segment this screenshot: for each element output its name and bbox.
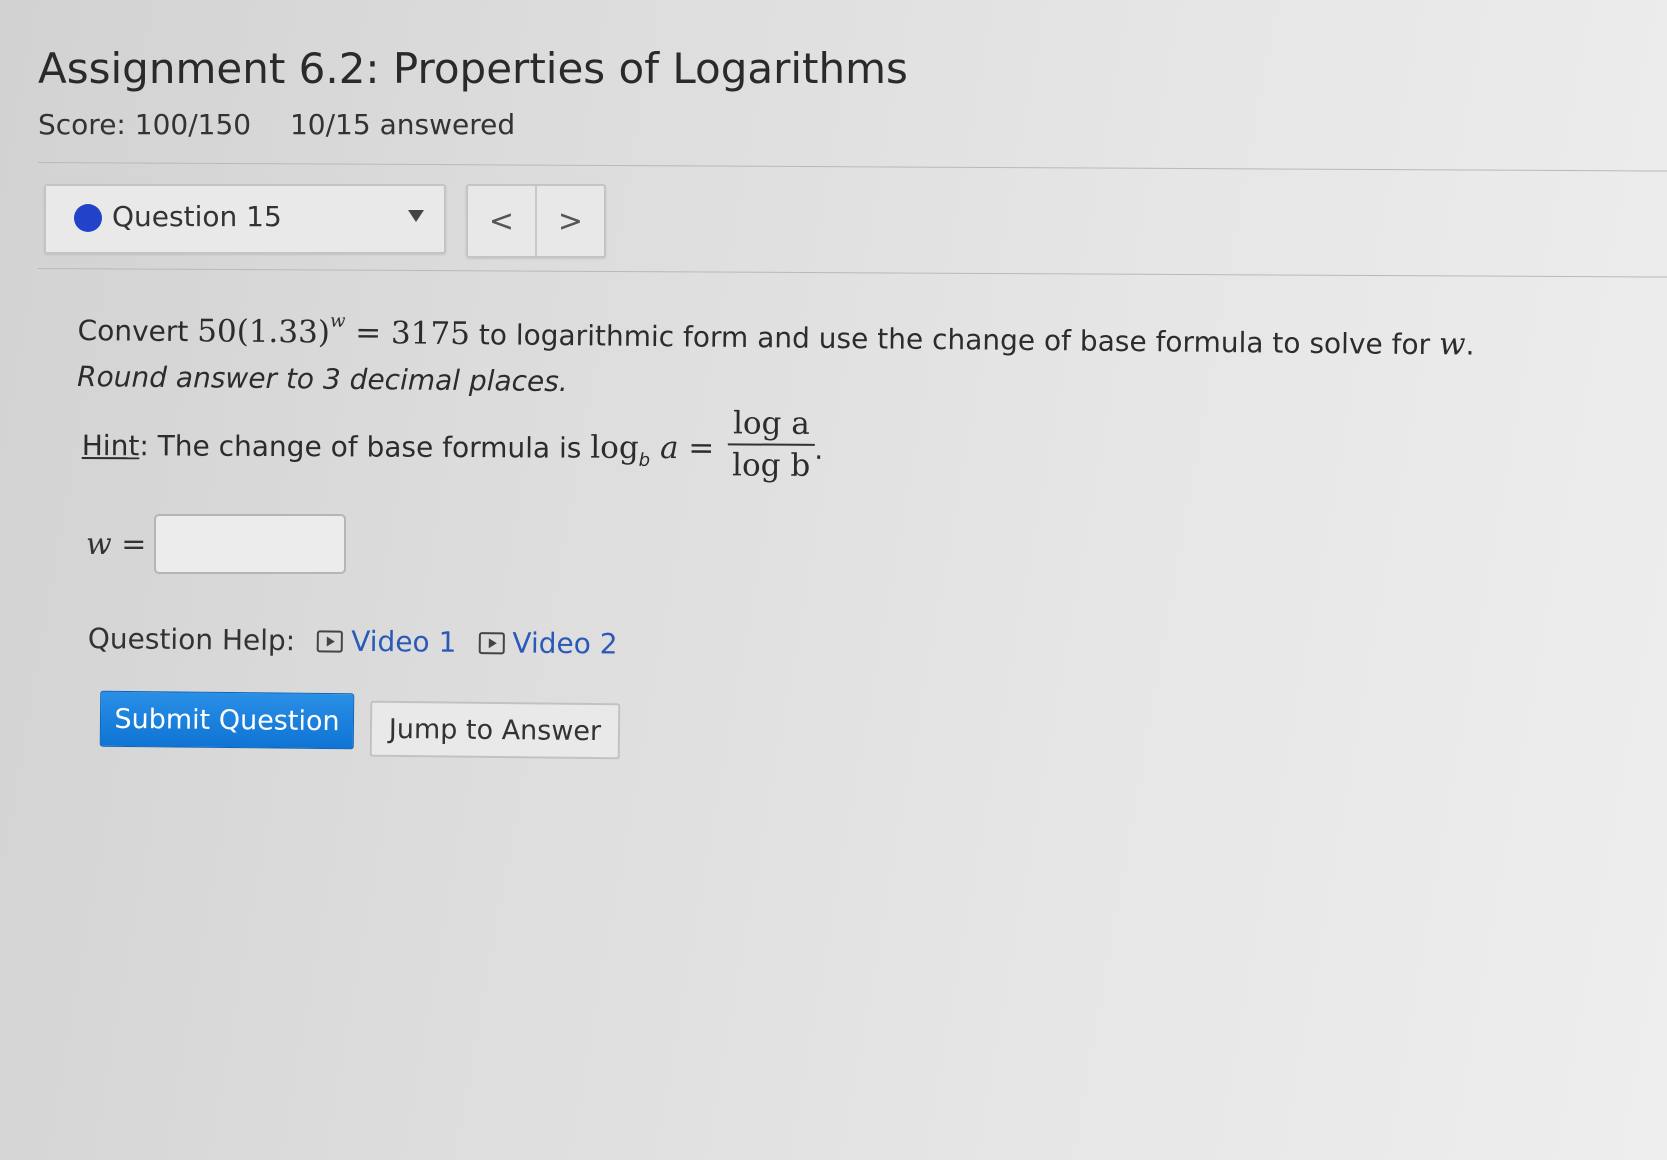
assignment-page: Assignment 6.2: Properties of Logarithms… [0, 0, 1667, 1160]
video-1-label: Video 1 [351, 624, 457, 659]
video-2-label: Video 2 [512, 626, 618, 661]
submit-question-button[interactable]: Submit Question [99, 690, 355, 750]
prompt-text: Convert [77, 313, 198, 349]
prompt-text: to logarithmic form and use the change o… [469, 318, 1440, 362]
change-of-base-fraction: log a log b [728, 405, 815, 484]
score-summary: Score: 100/150 10/15 answered [38, 108, 545, 141]
previous-question-button[interactable]: < [468, 186, 535, 256]
divider [37, 268, 1667, 278]
jump-to-answer-button[interactable]: Jump to Answer [369, 700, 621, 760]
answer-input[interactable] [154, 514, 347, 574]
question-selector-dropdown[interactable]: Question 15 [44, 184, 446, 254]
answer-row: w = [86, 514, 347, 574]
rounding-instruction: Round answer to 3 decimal places. [76, 359, 568, 399]
prompt-variable: w [1438, 326, 1466, 363]
divider [37, 162, 1667, 172]
video-2-link[interactable]: Video 2 [478, 626, 618, 661]
fraction-numerator: log a [728, 405, 815, 446]
score-text: Score: 100/150 [38, 108, 252, 141]
question-navigation: < > [466, 184, 606, 258]
hint-log-arg: a = [650, 429, 725, 467]
equation-exponent: w [329, 310, 346, 332]
hint: Hint: The change of base formula is logb… [81, 405, 824, 490]
answer-variable-label: w = [86, 526, 147, 562]
hint-label: Hint [81, 428, 140, 463]
question-help: Question Help: Video 1 Video 2 [88, 622, 618, 661]
fraction-denominator: log b [732, 447, 811, 484]
hint-log: log [590, 429, 639, 466]
question-prompt: Convert 50(1.33)w = 3175 to logarithmic … [77, 296, 1528, 415]
selected-question-label: Question 15 [112, 200, 282, 233]
video-1-link[interactable]: Video 1 [317, 624, 457, 659]
hint-text: : The change of base formula is [139, 429, 591, 465]
equation-base: 50(1.33) [197, 313, 331, 351]
question-status-icon [74, 204, 102, 232]
caret-down-icon [408, 210, 424, 222]
video-play-icon [317, 629, 344, 653]
next-question-button[interactable]: > [535, 186, 604, 256]
hint-log-base: b [638, 449, 651, 471]
prompt-text: . [1465, 328, 1475, 362]
page-title: Assignment 6.2: Properties of Logarithms [38, 44, 908, 93]
video-play-icon [478, 631, 505, 654]
equation-rhs: = 3175 [345, 314, 471, 353]
hint-end: . [814, 432, 824, 466]
answered-count: 10/15 answered [289, 108, 516, 141]
question-help-label: Question Help: [87, 622, 296, 658]
